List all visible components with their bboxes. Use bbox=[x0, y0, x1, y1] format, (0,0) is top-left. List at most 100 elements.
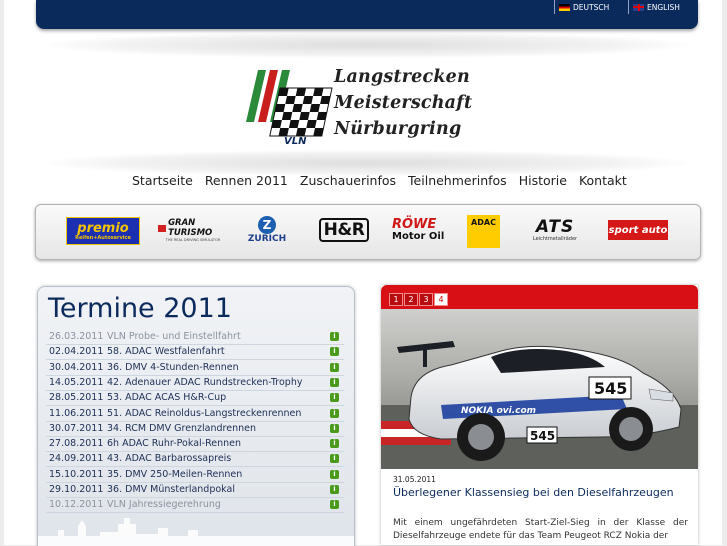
sponsor-zurich[interactable]: Z ZURICH bbox=[242, 214, 292, 246]
premio-logo-sub: Reifen+Autoservice bbox=[75, 234, 131, 241]
news-panel: 1 2 3 4 NOKIA ovi.com 545 545 31.05.2011… bbox=[381, 285, 698, 545]
gran-turismo-sub: THE REAL DRIVING SIMULATOR bbox=[165, 238, 221, 242]
termine-date: 30.04.2011 bbox=[49, 361, 104, 373]
termine-date: 24.09.2011 bbox=[49, 453, 104, 465]
info-icon[interactable]: i bbox=[330, 423, 339, 433]
termine-event: 53. ADAC ACAS H&R-Cup bbox=[107, 392, 227, 404]
news-page-3[interactable]: 3 bbox=[419, 293, 433, 306]
news-header: 1 2 3 4 bbox=[381, 285, 698, 309]
logo-line-2: Meisterschaft bbox=[334, 93, 473, 113]
news-body: 31.05.2011 Überlegener Klassensieg bei d… bbox=[381, 469, 698, 545]
rowe-logo-text: RÖWE bbox=[392, 217, 437, 232]
car-sponsor-text: NOKIA ovi.com bbox=[461, 406, 536, 416]
termine-event: 36. DMV Münsterlandpokal bbox=[107, 484, 235, 495]
language-english[interactable]: ENGLISH bbox=[628, 0, 680, 14]
language-deutsch[interactable]: DEUTSCH bbox=[554, 0, 609, 14]
premio-logo-text: premio bbox=[77, 220, 129, 236]
termine-panel: Termine 2011 26.03.2011 VLN Probe- und Ei… bbox=[37, 286, 355, 546]
termine-row[interactable]: 11.06.2011 51. ADAC Reinoldus-Langstrecke… bbox=[46, 406, 344, 422]
rowe-logo-sub: Motor Oil bbox=[392, 231, 445, 242]
news-teaser-text: Mit einem ungefährdeten Start-Ziel-Sieg … bbox=[393, 518, 688, 541]
termine-event: 43. ADAC Barbarossapreis bbox=[107, 453, 232, 465]
termine-row[interactable]: 29.10.2011 36. DMV Münsterlandpokal i bbox=[46, 482, 344, 498]
vln-badge: VLN bbox=[284, 136, 307, 147]
news-page-4[interactable]: 4 bbox=[434, 293, 448, 306]
castle-skyline-icon bbox=[38, 518, 354, 546]
hr-logo-text: H&R bbox=[318, 218, 370, 242]
sponsor-gran-turismo[interactable]: GRAN TURISMO THE REAL DRIVING SIMULATOR bbox=[158, 214, 228, 246]
termine-event: 6h ADAC Ruhr-Pokal-Rennen bbox=[107, 438, 242, 450]
nav-historie[interactable]: Historie bbox=[519, 173, 567, 188]
gran-turismo-row: GRAN TURISMO bbox=[158, 218, 228, 238]
termine-date: 29.10.2011 bbox=[49, 484, 104, 495]
info-icon[interactable]: i bbox=[330, 362, 339, 372]
sponsor-hr[interactable]: H&R bbox=[312, 214, 376, 246]
info-icon[interactable]: i bbox=[330, 347, 339, 357]
sponsor-adac[interactable]: ADAC bbox=[467, 215, 500, 248]
car-number-front: 545 bbox=[530, 429, 555, 443]
termine-date: 02.04.2011 bbox=[49, 346, 104, 358]
nav-teilnehmerinfos[interactable]: Teilnehmerinfos bbox=[408, 173, 507, 188]
termine-row[interactable]: 15.10.2011 35. DMV 250-Meilen-Rennen i bbox=[46, 467, 344, 483]
top-bar: DEUTSCH ENGLISH bbox=[36, 0, 698, 29]
info-icon[interactable]: i bbox=[330, 393, 339, 403]
termine-row[interactable]: 27.08.2011 6h ADAC Ruhr-Pokal-Rennen i bbox=[46, 436, 344, 453]
gran-turismo-mark-icon bbox=[158, 224, 167, 232]
nav-zuschauerinfos[interactable]: Zuschauerinfos bbox=[300, 173, 396, 188]
termine-date: 11.06.2011 bbox=[49, 407, 104, 419]
info-icon[interactable]: i bbox=[330, 439, 339, 449]
termine-date: 28.05.2011 bbox=[49, 392, 104, 404]
site-logo[interactable]: VLN Langstrecken Meisterschaft Nürburgri… bbox=[244, 66, 494, 152]
zurich-logo-text: ZURICH bbox=[247, 234, 287, 244]
news-page-2[interactable]: 2 bbox=[404, 293, 418, 306]
info-icon[interactable]: i bbox=[330, 332, 339, 341]
header-swoosh-top bbox=[44, 32, 690, 58]
nav-rennen-2011[interactable]: Rennen 2011 bbox=[205, 173, 288, 188]
termine-date: 27.08.2011 bbox=[49, 438, 104, 450]
main-navigation: Startseite Rennen 2011 Zuschauerinfos Te… bbox=[132, 173, 627, 188]
info-icon[interactable]: i bbox=[330, 377, 339, 387]
logo-line-3: Nürburgring bbox=[334, 119, 462, 139]
ats-logo-text: ATS bbox=[535, 216, 575, 237]
ats-logo-sub: Leichtmetallräder bbox=[532, 235, 578, 242]
uk-flag-icon bbox=[633, 3, 644, 11]
sponsor-sport-auto[interactable]: sport auto bbox=[608, 220, 668, 240]
termine-row[interactable]: 28.05.2011 53. ADAC ACAS H&R-Cup i bbox=[46, 390, 344, 407]
termine-title: Termine 2011 bbox=[48, 293, 232, 324]
nav-kontakt[interactable]: Kontakt bbox=[579, 173, 627, 188]
termine-event: 35. DMV 250-Meilen-Rennen bbox=[107, 468, 243, 480]
sport-auto-logo-text: sport auto bbox=[608, 224, 668, 236]
nav-startseite[interactable]: Startseite bbox=[132, 173, 193, 188]
news-photo-race-car[interactable]: NOKIA ovi.com 545 545 bbox=[381, 309, 698, 469]
termine-date: 14.05.2011 bbox=[49, 376, 104, 388]
language-deutsch-label: DEUTSCH bbox=[573, 2, 610, 12]
car-number-side: 545 bbox=[594, 379, 627, 398]
info-icon[interactable]: i bbox=[330, 469, 339, 479]
info-icon[interactable]: i bbox=[330, 454, 339, 464]
news-title-link[interactable]: Überlegener Klassensieg bei den Dieselfa… bbox=[393, 486, 688, 500]
sponsor-bar: premio Reifen+Autoservice GRAN TURISMO T… bbox=[35, 204, 701, 260]
termine-row[interactable]: 02.04.2011 58. ADAC Westfalenfahrt i bbox=[46, 344, 344, 361]
sponsor-premio[interactable]: premio Reifen+Autoservice bbox=[66, 217, 140, 245]
termine-date: 15.10.2011 bbox=[49, 468, 104, 480]
termine-row[interactable]: 26.03.2011 VLN Probe- und Einstellfahrt i bbox=[46, 329, 344, 345]
news-date: 31.05.2011 bbox=[393, 475, 436, 484]
termine-row[interactable]: 30.07.2011 34. RCM DMV Grenzlandrennen i bbox=[46, 421, 344, 437]
zurich-z-icon: Z bbox=[258, 216, 276, 234]
news-page-1[interactable]: 1 bbox=[389, 293, 403, 306]
termine-row[interactable]: 24.09.2011 43. ADAC Barbarossapreis i bbox=[46, 451, 344, 468]
termine-row[interactable]: 14.05.2011 42. Adenauer ADAC Rundstrecken… bbox=[46, 375, 344, 391]
termine-event: 58. ADAC Westfalenfahrt bbox=[107, 346, 225, 358]
termine-date: 26.03.2011 bbox=[49, 331, 104, 342]
termine-event: 34. RCM DMV Grenzlandrennen bbox=[107, 422, 257, 434]
termine-row[interactable]: 30.04.2011 36. DMV 4-Stunden-Rennen i bbox=[46, 360, 344, 376]
termine-date: 30.07.2011 bbox=[49, 422, 104, 434]
sponsor-ats[interactable]: ATS Leichtmetallräder bbox=[520, 214, 590, 246]
page: DEUTSCH ENGLISH VLN Langstrecken Meister… bbox=[4, 0, 722, 546]
termine-event: 51. ADAC Reinoldus-Langstreckenrennen bbox=[107, 407, 302, 419]
sponsor-rowe[interactable]: RÖWE Motor Oil bbox=[392, 214, 446, 246]
info-icon[interactable]: i bbox=[330, 485, 339, 494]
adac-logo-text: ADAC bbox=[471, 218, 496, 227]
german-flag-icon bbox=[559, 3, 570, 11]
info-icon[interactable]: i bbox=[330, 408, 339, 418]
